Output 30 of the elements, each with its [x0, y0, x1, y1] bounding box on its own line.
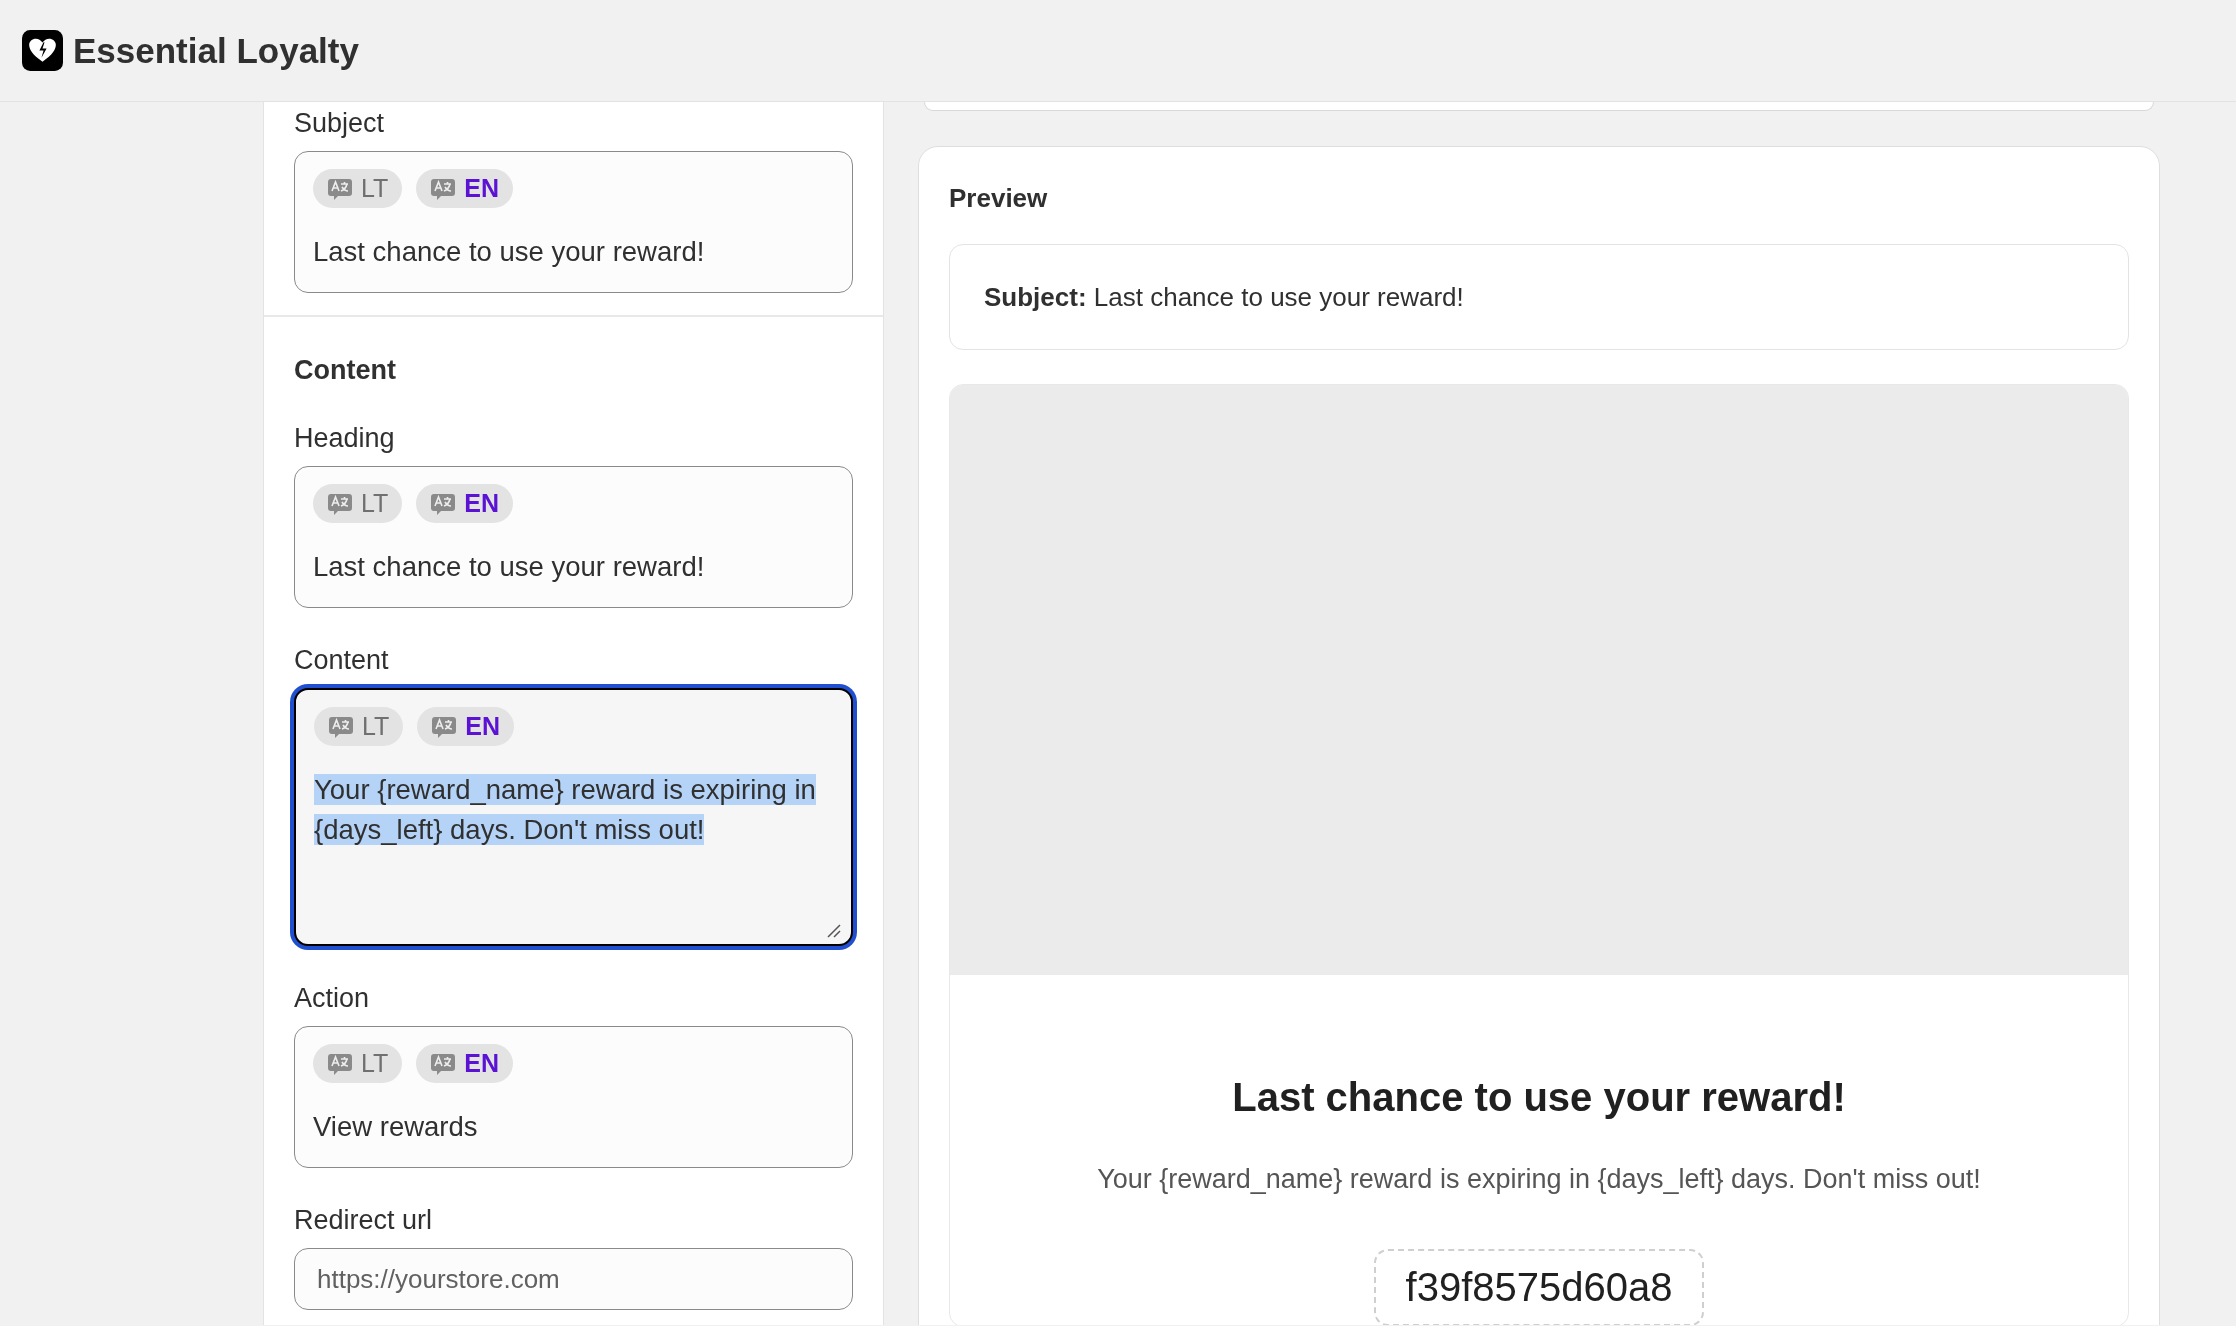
text-field[interactable]: LT EN View rewards	[294, 1026, 853, 1168]
text-field[interactable]: LT EN Last chance to use your reward!	[294, 466, 853, 608]
language-tab[interactable]: EN	[416, 169, 514, 208]
section-title: Content	[294, 355, 396, 386]
resize-handle-icon[interactable]	[827, 924, 841, 938]
email-body: Your {reward_name} reward is expiring in {days_left} days. Don't miss out!	[1097, 1164, 1981, 1195]
field-label: Content	[294, 645, 389, 676]
app-title: Essential Loyalty	[73, 30, 359, 71]
language-tab[interactable]: EN	[416, 1044, 514, 1083]
field-label: Heading	[294, 423, 395, 454]
logo-icon	[22, 30, 63, 71]
field-label: Subject	[294, 108, 385, 139]
field-value: View rewards	[313, 1110, 479, 1144]
email-heading: Last chance to use your reward!	[1232, 1075, 1846, 1120]
language-tab[interactable]: LT	[313, 169, 403, 208]
language-tab[interactable]: LT	[314, 707, 404, 746]
language-tab[interactable]: LT	[313, 1044, 403, 1083]
field-value: Last chance to use your reward!	[313, 550, 706, 584]
field-value: Last chance to use your reward!	[313, 235, 706, 269]
language-tab[interactable]: EN	[416, 484, 514, 523]
text-field[interactable]: LT EN Last chance to use your reward!	[294, 151, 853, 293]
language-tab[interactable]: LT	[313, 484, 403, 523]
preview-title: Preview	[949, 183, 1048, 214]
language-tab[interactable]: EN	[417, 707, 515, 746]
field-label: Action	[294, 983, 370, 1014]
field-label: Redirect url	[294, 1205, 433, 1236]
url-field[interactable]: https://yourstore.com	[294, 1248, 853, 1310]
reward-code: f39f8575d60a8	[1373, 1249, 1705, 1325]
subject-line: Subject: Last chance to use your reward!	[984, 281, 1464, 313]
field-value: Your {reward_name} reward is expiring in {days_left} days. Don't miss out!	[314, 773, 817, 847]
